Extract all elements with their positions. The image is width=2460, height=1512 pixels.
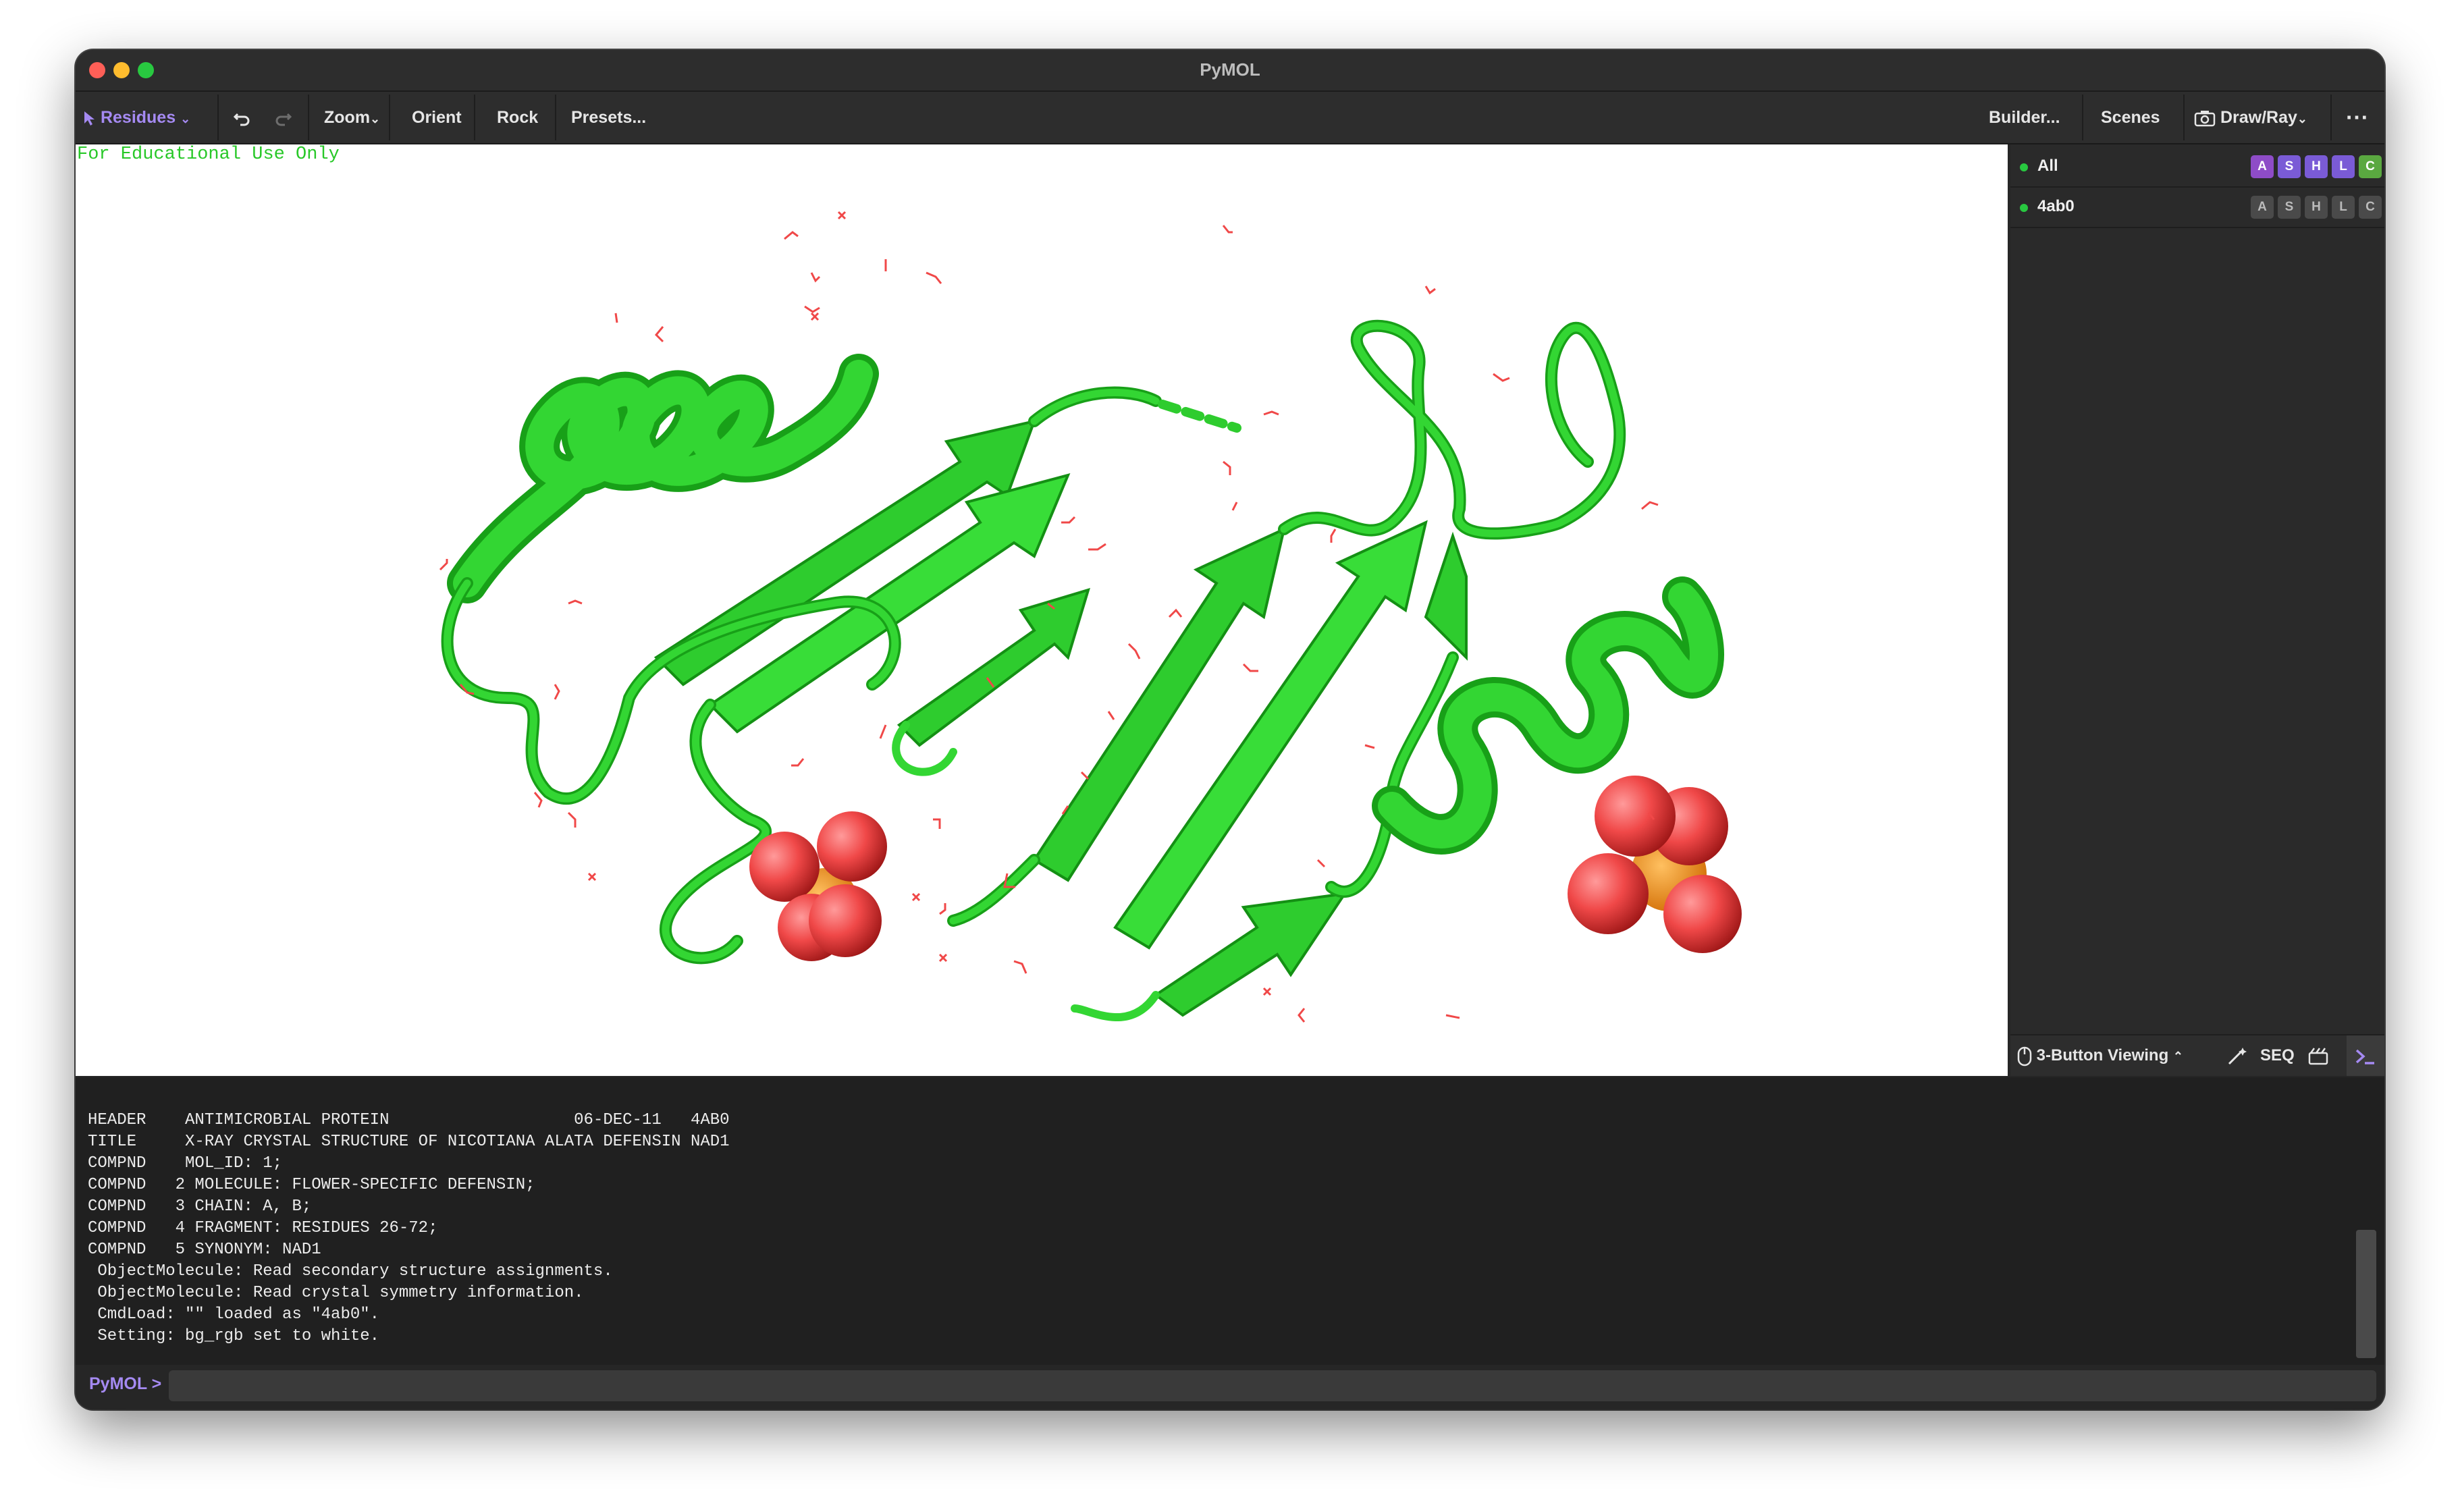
action-button[interactable]: A — [2251, 155, 2274, 178]
builder-button[interactable]: Builder... — [1989, 92, 2060, 143]
rock-button[interactable]: Rock — [497, 92, 538, 143]
toolbar-divider — [2183, 94, 2185, 140]
more-icon[interactable]: ⋯ — [2345, 92, 2368, 143]
console-line: TITLE X-RAY CRYSTAL STRUCTURE OF NICOTIA… — [88, 1133, 730, 1151]
toolbar-divider — [2330, 94, 2332, 140]
protein-structure-render — [439, 211, 1742, 1023]
object-row-4ab0[interactable]: 4ab0 A S H L C — [2010, 188, 2384, 228]
console-line: COMPND MOL_ID: 1; — [88, 1154, 283, 1172]
magic-wand-icon[interactable] — [2225, 1035, 2248, 1076]
draw-ray-label: Draw/Ray — [2220, 108, 2297, 127]
title-bar: PyMOL — [76, 50, 2384, 92]
hide-button[interactable]: H — [2305, 196, 2328, 219]
undo-button[interactable] — [225, 92, 259, 143]
zoom-label: Zoom — [324, 108, 371, 127]
pymol-window: PyMOL Residues ⌄ Zoom⌄ Orient Rock Prese… — [76, 50, 2384, 1409]
console-line: ObjectMolecule: Read secondary structure… — [88, 1262, 613, 1280]
command-bar: PyMOL > — [76, 1365, 2384, 1409]
chevron-down-icon: ⌄ — [2297, 112, 2307, 126]
molecular-viewport[interactable]: For Educational Use Only — [76, 144, 2008, 1076]
show-button[interactable]: S — [2278, 196, 2301, 219]
sequence-toggle-button[interactable]: SEQ — [2260, 1035, 2295, 1076]
left-helix — [447, 354, 879, 603]
action-button[interactable]: A — [2251, 196, 2274, 219]
console-log: HEADER ANTIMICROBIAL PROTEIN 06-DEC-11 4… — [88, 1110, 730, 1347]
object-panel: All A S H L C 4ab0 A S H L C 3-Button Vi… — [2010, 144, 2384, 1076]
camera-icon — [2194, 111, 2216, 127]
enabled-indicator-icon[interactable] — [2020, 204, 2028, 212]
toolbar-divider — [555, 94, 556, 140]
cursor-icon — [84, 111, 95, 126]
orient-button[interactable]: Orient — [412, 92, 462, 143]
terminal-icon[interactable] — [2347, 1035, 2384, 1076]
console-line: COMPND 2 MOLECULE: FLOWER-SPECIFIC DEFEN… — [88, 1176, 535, 1194]
zoom-button[interactable]: Zoom⌄ — [324, 92, 380, 143]
scenes-button[interactable]: Scenes — [2101, 92, 2160, 143]
console-line: CmdLoad: "" loaded as "4ab0". — [88, 1305, 380, 1324]
show-button[interactable]: S — [2278, 155, 2301, 178]
mouse-mode-button[interactable]: 3-Button Viewing ⌃ — [2017, 1035, 2183, 1076]
console-scrollbar[interactable] — [2356, 1230, 2376, 1358]
mouse-icon — [2017, 1046, 2032, 1066]
residues-selection-mode-button[interactable]: Residues ⌄ — [82, 92, 190, 143]
panel-bottom-bar: 3-Button Viewing ⌃ SEQ — [2010, 1034, 2384, 1076]
draw-ray-button[interactable]: Draw/Ray⌄ — [2194, 92, 2307, 143]
redo-icon — [275, 113, 292, 126]
chevron-up-icon: ⌃ — [2172, 1050, 2183, 1063]
toolbar-divider — [2082, 94, 2083, 140]
color-button[interactable]: C — [2359, 155, 2382, 178]
mouse-mode-label: 3-Button Viewing — [2036, 1046, 2169, 1064]
toolbar-divider — [217, 94, 219, 140]
command-input[interactable] — [169, 1370, 2376, 1401]
console-line: HEADER ANTIMICROBIAL PROTEIN 06-DEC-11 4… — [88, 1111, 730, 1129]
residues-label: Residues — [100, 108, 176, 127]
hide-button[interactable]: H — [2305, 155, 2328, 178]
console-output-area: HEADER ANTIMICROBIAL PROTEIN 06-DEC-11 4… — [76, 1077, 2384, 1409]
console-line: ObjectMolecule: Read crystal symmetry in… — [88, 1284, 584, 1302]
object-name[interactable]: All — [2037, 157, 2058, 176]
toolbar: Residues ⌄ Zoom⌄ Orient Rock Presets... … — [76, 92, 2384, 144]
console-line: COMPND 5 SYNONYM: NAD1 — [88, 1241, 321, 1259]
console-line: COMPND 4 FRAGMENT: RESIDUES 26-72; — [88, 1219, 438, 1237]
command-prompt-label: PyMOL > — [89, 1374, 162, 1393]
object-row-all[interactable]: All A S H L C — [2010, 147, 2384, 188]
label-button[interactable]: L — [2332, 196, 2355, 219]
object-name[interactable]: 4ab0 — [2037, 197, 2075, 216]
toolbar-divider — [474, 94, 475, 140]
undo-icon — [233, 113, 250, 126]
console-line: Setting: bg_rgb set to white. — [88, 1327, 380, 1345]
label-button[interactable]: L — [2332, 155, 2355, 178]
color-button[interactable]: C — [2359, 196, 2382, 219]
chevron-down-icon: ⌄ — [370, 112, 381, 126]
toolbar-divider — [308, 94, 309, 140]
console-line: COMPND 3 CHAIN: A, B; — [88, 1197, 312, 1216]
sulfate-ion-right — [1568, 776, 1742, 953]
presets-button[interactable]: Presets... — [571, 92, 646, 143]
movie-icon[interactable] — [2307, 1035, 2330, 1076]
redo-button[interactable] — [266, 92, 300, 143]
enabled-indicator-icon[interactable] — [2020, 163, 2028, 171]
chevron-down-icon: ⌄ — [180, 112, 191, 126]
toolbar-divider — [389, 94, 390, 140]
window-title: PyMOL — [1200, 59, 1260, 80]
